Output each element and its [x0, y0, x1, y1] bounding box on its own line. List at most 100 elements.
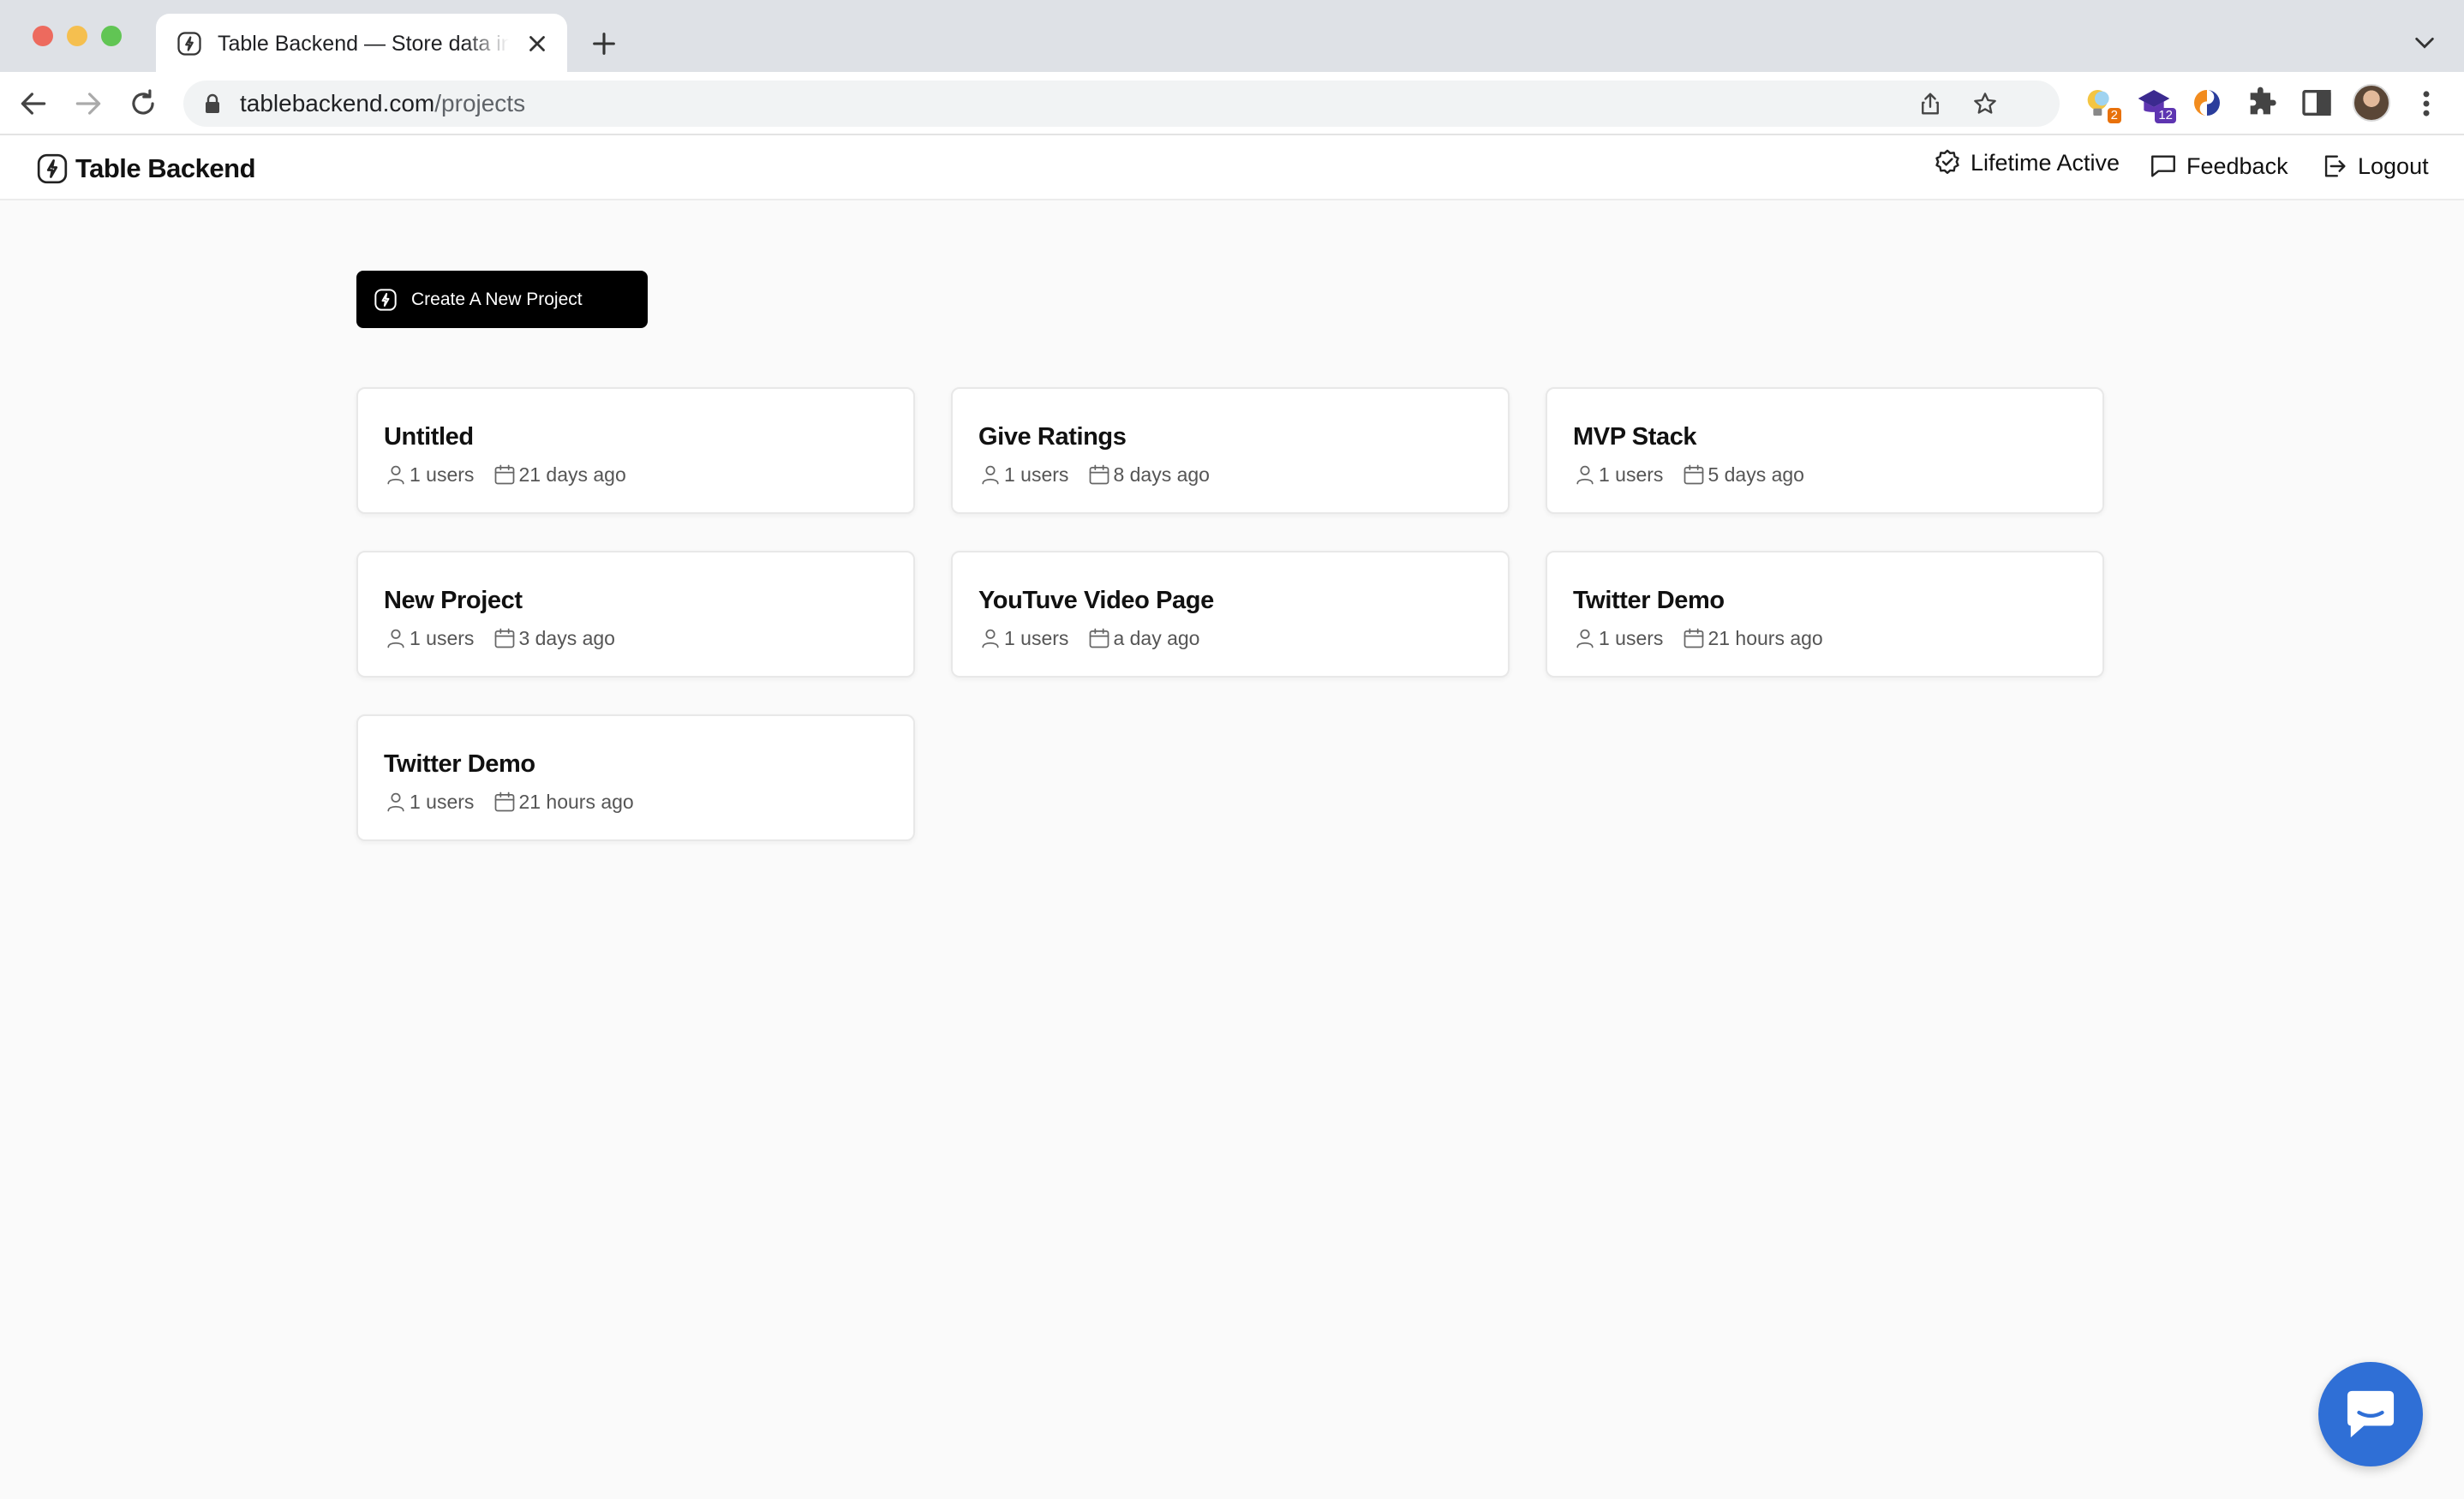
calendar-icon [1090, 628, 1109, 648]
project-title: New Project [384, 587, 523, 614]
project-users: 1 users [384, 790, 474, 814]
user-icon [387, 629, 404, 648]
chat-square-icon [2151, 155, 2175, 177]
lightning-icon [374, 288, 397, 311]
project-date-text: 21 hours ago [518, 790, 634, 813]
close-tab-icon[interactable] [524, 31, 550, 57]
user-icon [387, 465, 404, 485]
project-users-count: 1 users [1599, 463, 1664, 486]
project-date: 21 hours ago [1682, 626, 1823, 650]
url-domain: tablebackend.com [240, 90, 435, 116]
new-tab-plus-icon[interactable] [589, 29, 619, 58]
project-date: 21 days ago [493, 463, 626, 487]
project-title: Untitled [384, 423, 474, 451]
color-swirl-extension-icon[interactable] [2190, 86, 2224, 120]
project-date: 8 days ago [1087, 463, 1210, 487]
calendar-icon [1684, 628, 1704, 648]
calendar-icon [1090, 464, 1109, 485]
window-maximize-button[interactable] [101, 26, 122, 46]
more-menu-icon[interactable] [2414, 87, 2438, 120]
project-users-count: 1 users [1004, 463, 1069, 486]
user-icon [982, 629, 999, 648]
project-date-text: 3 days ago [518, 626, 615, 649]
project-meta: 1 users a day ago [978, 626, 1199, 650]
tab-title: Table Backend — Store data into tables [218, 32, 509, 56]
project-card[interactable]: Twitter Demo 1 users 21 hours ago [356, 714, 915, 841]
lightning-logo-icon[interactable] [36, 152, 69, 185]
project-users-count: 1 users [410, 463, 475, 486]
project-date-text: 21 days ago [518, 463, 626, 486]
user-icon [982, 465, 999, 485]
profile-avatar[interactable] [2353, 84, 2390, 122]
lifetime-active-label: Lifetime Active [1971, 149, 2120, 176]
project-card[interactable]: Untitled 1 users 21 days ago [356, 387, 915, 514]
project-date-text: 5 days ago [1707, 463, 1804, 486]
reload-icon[interactable] [127, 87, 159, 120]
forward-arrow-icon[interactable] [72, 87, 105, 120]
puzzle-extensions-icon[interactable] [2245, 86, 2279, 120]
feedback-label: Feedback [2186, 152, 2288, 179]
project-meta: 1 users 21 days ago [384, 463, 626, 487]
project-meta: 1 users 21 hours ago [1573, 626, 1823, 650]
project-title: Give Ratings [978, 423, 1127, 451]
user-icon [1576, 629, 1594, 648]
side-panel-icon[interactable] [2300, 86, 2334, 120]
extension-badge: 2 [2107, 108, 2121, 123]
project-meta: 1 users 5 days ago [1573, 463, 1804, 487]
project-title: YouTuve Video Page [978, 587, 1214, 614]
window-minimize-button[interactable] [67, 26, 87, 46]
logout-button[interactable]: Logout [2320, 149, 2429, 183]
project-card[interactable]: Give Ratings 1 users 8 days ago [951, 387, 1510, 514]
user-icon [1576, 465, 1594, 485]
project-date: 5 days ago [1682, 463, 1804, 487]
project-users-count: 1 users [1004, 626, 1069, 649]
chevron-down-icon[interactable] [2413, 33, 2437, 53]
project-meta: 1 users 3 days ago [384, 626, 615, 650]
bookmark-star-icon[interactable] [1972, 91, 1998, 116]
create-new-project-button[interactable]: Create A New Project [356, 271, 648, 328]
project-users: 1 users [1573, 463, 1663, 487]
project-users: 1 users [1573, 626, 1663, 650]
project-users-count: 1 users [410, 790, 475, 813]
project-users: 1 users [978, 463, 1068, 487]
extension-badge: 12 [2155, 108, 2176, 123]
calendar-icon [1684, 464, 1704, 485]
graduation-cap-extension-icon[interactable]: 12 [2137, 86, 2176, 123]
back-arrow-icon[interactable] [17, 87, 50, 120]
share-icon[interactable] [1917, 91, 1943, 116]
browser-tab-strip: Table Backend — Store data into tables [0, 0, 2464, 72]
project-card[interactable]: New Project 1 users 3 days ago [356, 551, 915, 678]
logout-label: Logout [2358, 152, 2429, 179]
logout-icon [2324, 155, 2346, 177]
project-users-count: 1 users [410, 626, 475, 649]
project-date: a day ago [1087, 626, 1199, 650]
lifetime-active-badge: Lifetime Active [1933, 146, 2120, 180]
project-date-text: a day ago [1113, 626, 1200, 649]
project-card[interactable]: YouTuve Video Page 1 users a day ago [951, 551, 1510, 678]
project-users: 1 users [384, 463, 474, 487]
lock-icon[interactable] [204, 93, 221, 114]
project-title: MVP Stack [1573, 423, 1697, 451]
project-date: 21 hours ago [493, 790, 634, 814]
project-meta: 1 users 8 days ago [978, 463, 1210, 487]
window-close-button[interactable] [33, 26, 53, 46]
lightbulb-extension-icon[interactable]: 2 [2082, 86, 2121, 123]
calendar-icon [495, 464, 515, 485]
app-header: Table Backend Lifetime Active Feedback L… [0, 135, 2464, 200]
project-card[interactable]: Twitter Demo 1 users 21 hours ago [1546, 551, 2104, 678]
project-meta: 1 users 21 hours ago [384, 790, 634, 814]
calendar-icon [495, 791, 515, 812]
support-chat-button[interactable] [2318, 1362, 2423, 1466]
lightning-favicon-icon [177, 32, 201, 56]
project-users: 1 users [384, 626, 474, 650]
browser-tab-active[interactable]: Table Backend — Store data into tables [156, 14, 567, 72]
calendar-icon [495, 628, 515, 648]
feedback-button[interactable]: Feedback [2149, 149, 2288, 183]
project-date-text: 21 hours ago [1707, 626, 1823, 649]
project-users: 1 users [978, 626, 1068, 650]
project-card[interactable]: MVP Stack 1 users 5 days ago [1546, 387, 2104, 514]
user-icon [387, 792, 404, 812]
app-logo-text[interactable]: Table Backend [75, 152, 256, 185]
project-date: 3 days ago [493, 626, 615, 650]
address-bar[interactable]: tablebackend.com/projects [183, 81, 2060, 127]
